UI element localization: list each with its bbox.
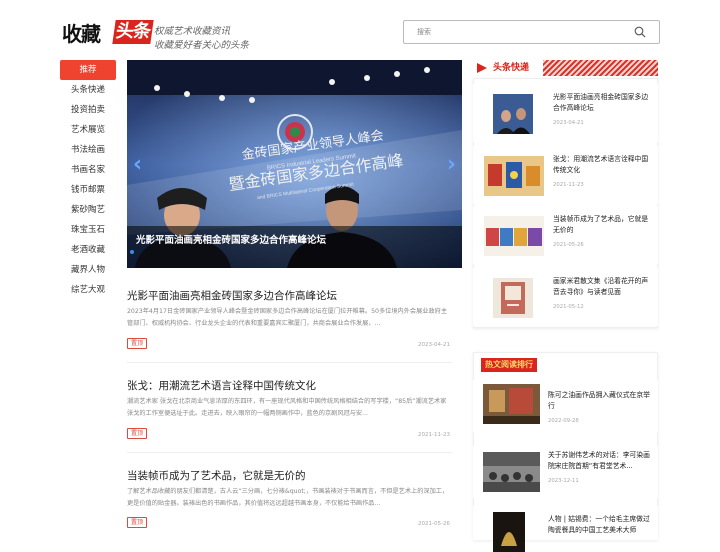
- kuaidi-thumb-3[interactable]: [484, 216, 544, 256]
- article-title-1[interactable]: 光影平面油画亮相金砖国家多边合作高峰论坛: [127, 288, 337, 303]
- search-box[interactable]: 搜索: [403, 20, 660, 44]
- hero-carousel[interactable]: 金砖国家产业领导人峰会 暨金砖国家多边合作高峰 BRICS Industrial…: [127, 60, 462, 268]
- kuaidi-date-4: 2021-05-12: [553, 304, 584, 310]
- pinned-badge-2: 置顶: [127, 428, 147, 439]
- kuaidi-date-1: 2023-04-21: [553, 120, 584, 126]
- kuaidi-item-4[interactable]: 画家米君散文集《沿着花开的声音去寻你》与读者见面 2021-05-12: [473, 268, 658, 326]
- kuaidi-date-3: 2021-05-26: [553, 242, 584, 248]
- article-summary-3: 了解艺术品收藏的朋友们都清楚，古人云“三分画，七分裱&quot;，书画装裱对于书…: [127, 488, 449, 507]
- nav-item-liquor[interactable]: 老酒收藏: [60, 240, 116, 260]
- ranking-item-3[interactable]: 人物 | 姑锡费：一个给毛主席做过陶瓷餐具的中国工艺美术大师: [473, 506, 658, 552]
- pinned-badge-1: 置顶: [127, 338, 147, 349]
- logo-text-main[interactable]: 收藏: [62, 18, 101, 47]
- nav-item-kuaidi[interactable]: 头条快递: [60, 80, 116, 100]
- pinned-badge-3: 置顶: [127, 517, 147, 528]
- article-date-3: 2021-05-26: [418, 521, 450, 527]
- nav-item-variety[interactable]: 综艺大观: [60, 280, 116, 300]
- hero-title[interactable]: 光影平面油画亮相金砖国家多边合作高峰论坛: [136, 232, 326, 246]
- carousel-next-icon[interactable]: ›: [447, 152, 456, 177]
- divider: [127, 362, 452, 363]
- ranking-title-2[interactable]: 关于苏谢伟艺术的对话：李可染画院宋庄院首期“有君堂艺术...: [548, 450, 652, 472]
- ranking-thumb-2[interactable]: [483, 452, 540, 492]
- ranking-date-1: 2022-09-28: [548, 418, 579, 424]
- kuaidi-thumb-2[interactable]: [484, 156, 544, 196]
- kuaidi-title-1[interactable]: 光影平面油画亮相金砖国家多边合作高峰论坛: [553, 92, 653, 114]
- arrow-icon: [477, 63, 487, 73]
- nav-item-masters[interactable]: 书画名家: [60, 160, 116, 180]
- nav-item-auction[interactable]: 投资拍卖: [60, 100, 116, 120]
- slogan-line-2: 收藏爱好者关心的头条: [154, 40, 250, 51]
- article-summary-1: 2023年4月17日金砖国家产业领导人峰会暨金砖国家多边合作高峰论坛在厦门拉开帷…: [127, 308, 448, 327]
- nav-item-recommend[interactable]: 推荐: [60, 60, 116, 80]
- ranking-date-2: 2023-12-11: [548, 478, 579, 484]
- search-input[interactable]: 搜索: [417, 27, 431, 37]
- kuaidi-thumb-4[interactable]: [493, 278, 533, 318]
- article-title-2[interactable]: 张戈：用潮流艺术语言诠释中国传统文化: [127, 378, 316, 393]
- article-title-3[interactable]: 当装帧币成为了艺术品，它就是无价的: [127, 468, 306, 483]
- kuaidi-title-2[interactable]: 张戈：用潮流艺术语言诠释中国传统文化: [553, 154, 653, 176]
- search-icon[interactable]: [634, 26, 646, 38]
- article-date-1: 2023-04-21: [418, 342, 450, 348]
- ranking-item-2[interactable]: 关于苏谢伟艺术的对话：李可染画院宋庄院首期“有君堂艺术... 2023-12-1…: [473, 446, 658, 498]
- carousel-prev-icon[interactable]: ‹: [133, 152, 142, 177]
- nav-item-calligraphy[interactable]: 书法绘画: [60, 140, 116, 160]
- nav-item-people[interactable]: 藏界人物: [60, 260, 116, 280]
- ranking-heading: 热文阅读排行: [481, 358, 537, 372]
- ranking-title-3[interactable]: 人物 | 姑锡费：一个给毛主席做过陶瓷餐具的中国工艺美术大师: [548, 514, 652, 536]
- logo-text-highlight[interactable]: 头条: [112, 20, 154, 44]
- ranking-title-1[interactable]: 陈可之油画作品拥入藏仪式在京举行: [548, 390, 652, 412]
- nav-item-pottery[interactable]: 紫砂陶艺: [60, 200, 116, 220]
- kuaidi-thumb-1[interactable]: [493, 94, 533, 134]
- carousel-dot-active[interactable]: [130, 250, 134, 254]
- kuaidi-item-3[interactable]: 当装帧币成为了艺术品，它就是无价的 2021-05-26: [473, 206, 658, 264]
- slogan-line-1: 权威艺术收藏资讯: [154, 26, 231, 37]
- article-summary-2: 潮流艺术家 张戈在北京商业气息浓厚的东四环，有一座现代风格和中国传统风格相结合的…: [127, 398, 447, 417]
- ranking-thumb-3[interactable]: [493, 512, 525, 552]
- nav-item-jewelry[interactable]: 珠宝玉石: [60, 220, 116, 240]
- kuaidi-date-2: 2021-11-23: [553, 182, 584, 188]
- divider: [127, 452, 452, 453]
- nav-item-coins[interactable]: 钱币邮票: [60, 180, 116, 200]
- ranking-item-1[interactable]: 陈可之油画作品拥入藏仪式在京举行 2022-09-28: [473, 380, 658, 432]
- kuaidi-title-3[interactable]: 当装帧币成为了艺术品，它就是无价的: [553, 214, 653, 236]
- kuaidi-item-2[interactable]: 张戈：用潮流艺术语言诠释中国传统文化 2021-11-23: [473, 146, 658, 204]
- kuaidi-title-4[interactable]: 画家米君散文集《沿着花开的声音去寻你》与读者见面: [553, 276, 653, 298]
- nav-item-exhibition[interactable]: 艺术展览: [60, 120, 116, 140]
- article-date-2: 2021-11-23: [418, 432, 450, 438]
- kuaidi-item-1[interactable]: 光影平面油画亮相金砖国家多边合作高峰论坛 2023-04-21: [473, 84, 658, 142]
- ranking-thumb-1[interactable]: [483, 384, 540, 424]
